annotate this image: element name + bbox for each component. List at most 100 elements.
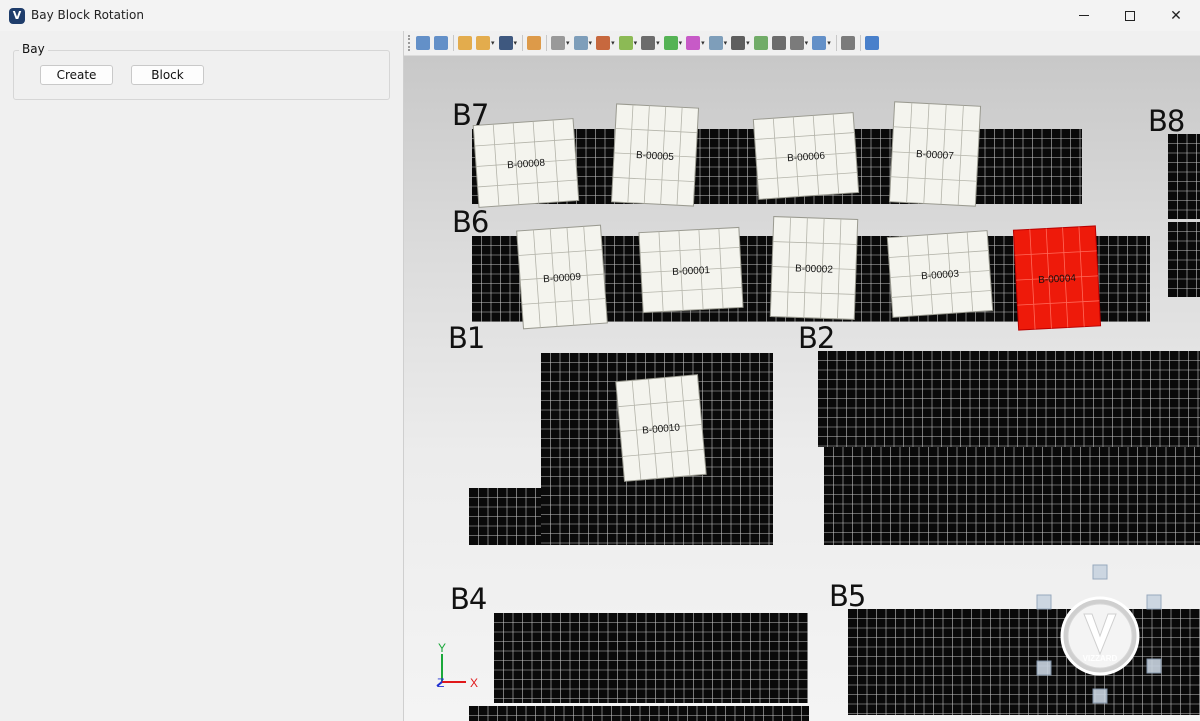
open-folder-icon — [458, 36, 472, 50]
control-panel: Bay Create Block — [0, 31, 403, 721]
block-id-label: B-00005 — [636, 150, 675, 163]
select-icon — [551, 36, 566, 50]
create-button[interactable]: Create — [40, 65, 113, 85]
open-recent-button[interactable]: ▾ — [476, 33, 495, 53]
axes-icon — [789, 36, 804, 50]
vizzard-logo-text: VIZZARD — [1083, 654, 1118, 663]
toolbar-separator — [546, 35, 548, 51]
block-id-label: B-00004 — [1038, 273, 1077, 286]
eye-button[interactable]: ▾ — [641, 33, 660, 53]
select-button[interactable]: ▾ — [551, 33, 570, 53]
dropdown-arrow-icon[interactable]: ▾ — [805, 39, 809, 47]
scene-canvas[interactable]: B-00008B-00005 B-00006 B-00007B-00009B-000… — [404, 56, 1200, 721]
block-b-00010[interactable]: B-00010 — [615, 374, 707, 482]
dropdown-arrow-icon[interactable]: ▾ — [589, 39, 593, 47]
check-button[interactable]: ▾ — [618, 33, 638, 53]
settings-gear-button[interactable] — [840, 33, 855, 53]
view-cube-corner-icon[interactable] — [1036, 594, 1052, 610]
bay-label-b1: B1 — [448, 321, 485, 355]
dropdown-arrow-icon[interactable]: ▾ — [514, 39, 518, 47]
minimize-button[interactable] — [1061, 0, 1107, 31]
view-cube-corner-icon[interactable] — [1092, 688, 1108, 704]
save-icon — [498, 36, 513, 50]
transform-button[interactable]: ▾ — [573, 33, 593, 53]
toolbar-separator — [522, 35, 524, 51]
info-button[interactable] — [864, 33, 879, 53]
bay-label-b2: B2 — [798, 321, 835, 355]
block-b-00007[interactable]: B-00007 — [888, 101, 982, 207]
bay-b8-grid-top — [1168, 134, 1200, 219]
view-cube-corner-icon[interactable] — [1036, 660, 1052, 676]
block-b-00009[interactable]: B-00009 — [516, 224, 608, 330]
binoculars-icon — [731, 36, 746, 50]
maximize-icon — [1125, 10, 1135, 21]
eye-icon — [641, 36, 656, 50]
title-bar: V Bay Block Rotation ✕ — [0, 0, 1200, 31]
bay-groupbox: Bay Create Block — [13, 42, 390, 100]
block-b-00006[interactable]: B-00006 — [752, 112, 860, 200]
toolbar-separator — [453, 35, 454, 51]
dropdown-arrow-icon[interactable]: ▾ — [611, 39, 615, 47]
print-icon — [771, 36, 786, 50]
close-icon: ✕ — [1170, 7, 1182, 24]
open-folder-button[interactable] — [458, 33, 472, 53]
dropdown-arrow-icon[interactable]: ▾ — [566, 39, 570, 47]
image-icon — [753, 36, 768, 50]
rotate-button[interactable]: ▾ — [663, 33, 683, 53]
block-b-00001[interactable]: B-00001 — [638, 226, 744, 314]
new-document-button[interactable] — [416, 33, 430, 53]
maximize-button[interactable] — [1107, 0, 1153, 31]
3d-viewport[interactable]: B-00008 B-00005 B-00006 B-00007 B-00009 B-000… — [404, 56, 1200, 721]
axes-button[interactable]: ▾ — [789, 33, 809, 53]
window-layout-icon — [812, 36, 827, 50]
block-b-00003[interactable]: B-00003 — [886, 230, 994, 318]
open-recent-icon — [476, 36, 490, 50]
x-axis-label: X — [470, 676, 478, 690]
bay-b1-grid-ext — [469, 488, 541, 545]
measure-icon — [708, 36, 723, 50]
bay-b2-grid-top — [818, 351, 1200, 447]
block-b-00004[interactable]: B-00004 — [1012, 225, 1102, 331]
print-button[interactable] — [771, 33, 786, 53]
bay-label-b4: B4 — [450, 582, 487, 616]
block-button[interactable]: Block — [131, 65, 204, 85]
bay-b4-grid — [494, 613, 808, 703]
block-b-00005[interactable]: B-00005 — [610, 103, 700, 207]
z-axis-label: Z — [437, 676, 444, 690]
tree-view-button[interactable] — [527, 33, 542, 53]
check-icon — [618, 36, 633, 50]
bay-label-b6: B6 — [452, 205, 489, 239]
view-cube-corner-icon[interactable] — [1146, 658, 1162, 674]
rotate-icon — [663, 36, 678, 50]
dropdown-arrow-icon[interactable]: ▾ — [724, 39, 728, 47]
bay-label-b8: B8 — [1148, 104, 1185, 138]
save-button[interactable]: ▾ — [498, 33, 518, 53]
new-window-button[interactable] — [434, 33, 448, 53]
toolbar-grip[interactable] — [408, 35, 411, 51]
dropdown-arrow-icon[interactable]: ▾ — [656, 39, 660, 47]
block-id-label: B-00002 — [795, 263, 834, 275]
dropdown-arrow-icon[interactable]: ▾ — [634, 39, 638, 47]
close-button[interactable]: ✕ — [1153, 0, 1199, 31]
dropdown-arrow-icon[interactable]: ▾ — [746, 39, 750, 47]
block-b-00002[interactable]: B-00002 — [769, 216, 859, 320]
dropdown-arrow-icon[interactable]: ▾ — [679, 39, 683, 47]
image-button[interactable] — [753, 33, 768, 53]
window-layout-button[interactable]: ▾ — [812, 33, 831, 53]
measure-button[interactable]: ▾ — [708, 33, 728, 53]
dropdown-arrow-icon[interactable]: ▾ — [491, 39, 495, 47]
dropdown-arrow-icon[interactable]: ▾ — [827, 39, 831, 47]
app-window: V Bay Block Rotation ✕ Bay Create Block … — [0, 0, 1200, 721]
y-axis-label: Y — [438, 641, 446, 655]
view-cube-corner-icon[interactable] — [1092, 564, 1108, 580]
binoculars-button[interactable]: ▾ — [731, 33, 750, 53]
app-logo-icon: V — [9, 8, 25, 24]
minimize-icon — [1079, 15, 1089, 16]
view-cube-corner-icon[interactable] — [1146, 594, 1162, 610]
block-b-00008[interactable]: B-00008 — [472, 118, 580, 208]
dropdown-arrow-icon[interactable]: ▾ — [701, 39, 705, 47]
bay-b2-grid-bottom — [824, 447, 1200, 545]
color-wheel-button[interactable]: ▾ — [686, 33, 705, 53]
new-document-icon — [416, 36, 430, 50]
shape-cone-button[interactable]: ▾ — [596, 33, 615, 53]
